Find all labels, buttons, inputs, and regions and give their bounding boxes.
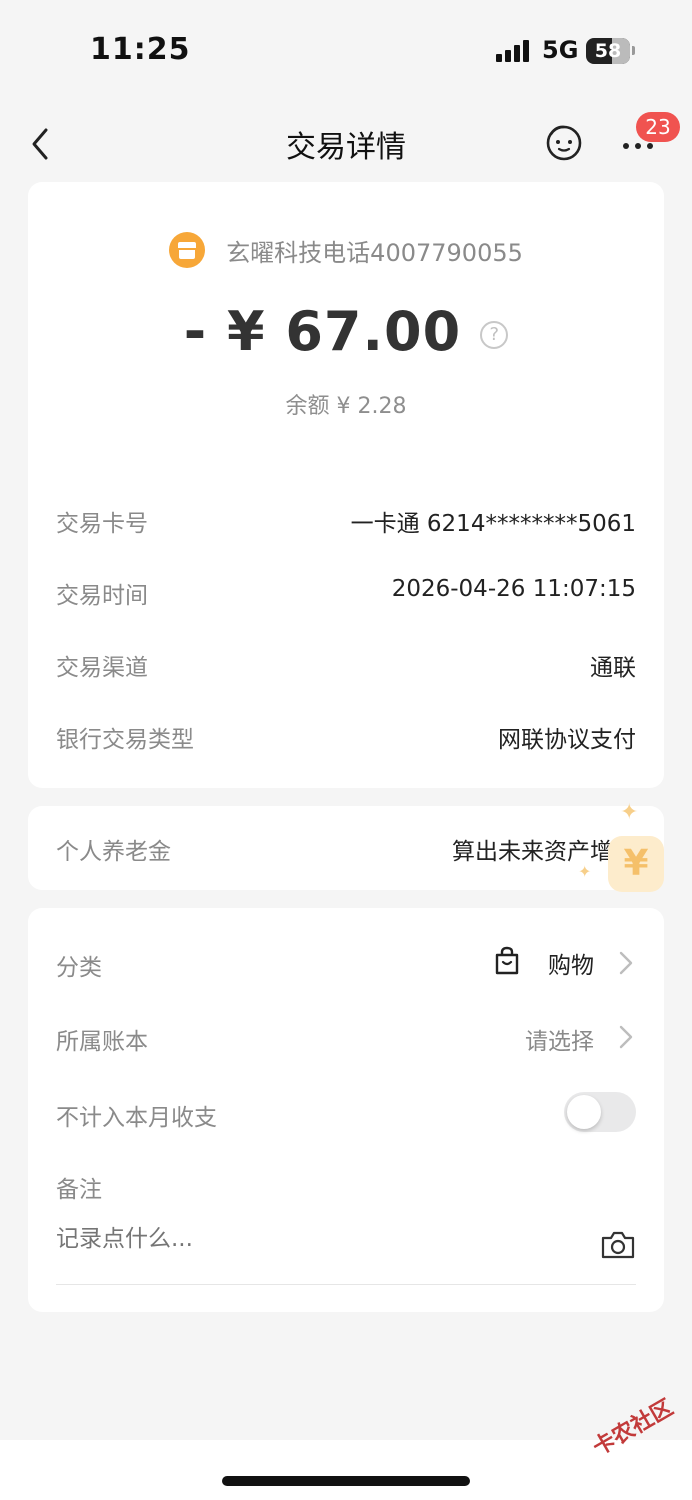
note-label: 备注: [56, 1177, 102, 1203]
sparkle-icon: ✦: [620, 800, 639, 825]
camera-icon: [601, 1231, 635, 1259]
merchant-name: 玄曜科技电话4007790055: [226, 238, 523, 267]
pension-banner[interactable]: 个人养老金 算出未来资产增幅: [28, 806, 664, 890]
category-label: 分类: [56, 955, 102, 981]
detail-value: 2026-04-26 11:07:15: [391, 576, 636, 602]
detail-label: 交易时间: [56, 583, 148, 609]
status-bar: 11:25 5G 58: [0, 0, 692, 100]
merchant-shop-icon: [169, 232, 206, 268]
pension-label: 个人养老金: [56, 839, 171, 865]
detail-row-bank-type: 银行交易类型 网联协议支付: [56, 720, 636, 760]
exclude-label: 不计入本月收支: [56, 1105, 217, 1131]
transaction-card: 玄曜科技电话4007790055 - ¥ 67.00 ? 余额 ¥ 2.28 交…: [28, 182, 664, 788]
note-input[interactable]: [56, 1226, 576, 1252]
category-row[interactable]: 分类 购物: [56, 942, 636, 986]
status-time: 11:25: [90, 32, 191, 67]
chevron-right-icon: [619, 1025, 633, 1049]
ledger-value: 请选择: [525, 1029, 594, 1055]
detail-value: 通联: [590, 655, 636, 681]
battery-level: 58: [594, 40, 622, 62]
detail-label: 交易渠道: [56, 655, 148, 681]
ledger-row[interactable]: 所属账本 请选择: [56, 1016, 636, 1060]
ledger-label: 所属账本: [56, 1029, 148, 1055]
detail-label: 银行交易类型: [56, 727, 194, 753]
note-row: 备注: [56, 1164, 636, 1208]
note-divider: [56, 1284, 636, 1285]
merchant-row[interactable]: 玄曜科技电话4007790055: [28, 232, 664, 268]
detail-row-channel: 交易渠道 通联: [56, 648, 636, 688]
camera-button[interactable]: [600, 1230, 636, 1260]
help-icon[interactable]: ?: [480, 320, 509, 349]
chevron-right-icon: [619, 951, 633, 975]
toggle-knob: [567, 1095, 601, 1129]
signal-icon: [496, 40, 532, 62]
shopping-bag-icon: [495, 946, 519, 975]
transaction-amount: - ¥ 67.00: [183, 300, 462, 363]
coin-icon: ¥: [608, 836, 664, 892]
exclude-toggle[interactable]: [564, 1092, 636, 1132]
customer-service-button[interactable]: [544, 122, 584, 162]
detail-label: 交易卡号: [56, 511, 148, 537]
amount-row: - ¥ 67.00 ?: [28, 300, 664, 363]
balance-text: 余额 ¥ 2.28: [285, 394, 407, 419]
face-icon: [546, 125, 582, 161]
detail-value: 网联协议支付: [498, 727, 636, 753]
back-icon: [32, 128, 48, 160]
back-button[interactable]: [26, 122, 58, 166]
detail-value: 一卡通 6214********5061: [350, 511, 636, 537]
nav-bar: 交易详情: [0, 100, 692, 188]
settings-card: 分类 购物 所属账本 请选择 不计入本月收支 备注: [28, 908, 664, 1312]
detail-row-card-number: 交易卡号 一卡通 6214********5061: [56, 504, 636, 544]
detail-row-time: 交易时间 2026-04-26 11:07:15: [56, 576, 636, 616]
bottom-area: [0, 1440, 692, 1500]
exclude-row: 不计入本月收支: [56, 1092, 636, 1136]
home-indicator[interactable]: [222, 1476, 470, 1486]
sparkle-icon: ✦: [578, 862, 592, 881]
notification-badge: 23: [636, 112, 680, 142]
network-label: 5G: [542, 36, 579, 64]
battery-icon: 58: [586, 38, 630, 64]
category-value: 购物: [548, 953, 594, 979]
page-title: 交易详情: [286, 130, 406, 165]
